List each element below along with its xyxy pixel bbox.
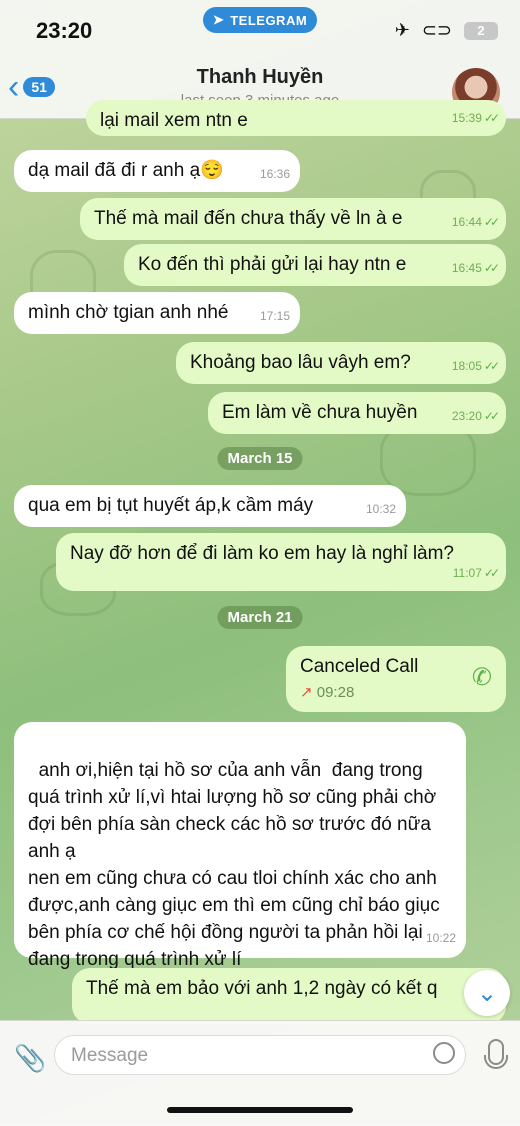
message-time: 11:07 <box>452 566 482 580</box>
airplane-icon: ✈ <box>394 20 410 40</box>
double-check-icon: ✓✓ <box>483 111 500 125</box>
status-icons: ✈ ⊂⊃ 2 <box>395 20 498 41</box>
message-text: qua em bị tụt huyết áp,k cầm máy <box>28 495 314 516</box>
message-time: 10:32 <box>365 502 396 516</box>
message-time: 16:36 <box>259 167 290 181</box>
message-bubble-in[interactable]: qua em bị tụt huyết áp,k cầm máy 10:32 <box>14 485 406 527</box>
chevron-down-icon: ⌄ <box>476 979 498 1007</box>
message-bubble-out[interactable]: Thế mà mail đến chưa thấy về ln à e 16:4… <box>80 198 506 240</box>
message-bubble-out[interactable]: Khoảng bao lâu vâyh em? 18:05 ✓✓ <box>176 342 506 384</box>
battery-icon: 2 <box>464 21 498 40</box>
message-bubble-out[interactable]: Em làm về chưa huyền 23:20 ✓✓ <box>208 392 506 434</box>
message-text: Nay đỡ hơn để đi làm ko em hay là nghỉ l… <box>70 543 454 564</box>
date-separator: March 21 <box>217 606 303 629</box>
paper-plane-icon: ➤ <box>212 12 225 27</box>
message-meta: 16:45 ✓✓ <box>451 256 500 280</box>
attach-icon[interactable]: 📎 <box>14 1043 46 1074</box>
double-check-icon: ✓✓ <box>483 261 500 275</box>
message-time: 16:45 <box>451 261 482 275</box>
message-bubble-out[interactable]: Thế mà em bảo với anh 1,2 ngày có kết q … <box>72 968 506 1024</box>
message-time: 10:22 <box>425 931 456 945</box>
message-input[interactable] <box>69 1044 403 1068</box>
status-time: 23:20 <box>36 18 93 43</box>
message-bubble-in[interactable]: mình chờ tgian anh nhé 17:15 <box>14 292 300 334</box>
message-meta: 23:20 ✓✓ <box>451 404 500 428</box>
message-text: lại mail xem ntn e <box>100 110 248 131</box>
message-time: 16:44 <box>451 215 482 229</box>
message-text: dạ mail đã đi r anh ạ😌 <box>28 160 224 181</box>
message-meta: 11:07 ✓✓ <box>452 561 500 585</box>
telegram-pill-label: TELEGRAM <box>230 12 308 28</box>
message-text: Ko đến thì phải gửi lại hay ntn e <box>138 254 407 275</box>
message-time: 17:15 <box>259 309 290 323</box>
message-text: Em làm về chưa huyền <box>222 402 418 423</box>
message-bubble-in[interactable]: dạ mail đã đi r anh ạ😌 16:36 <box>14 150 300 192</box>
call-time: 09:28 <box>316 684 355 701</box>
message-bubble-in[interactable]: anh ơi,hiện tại hồ sơ của anh vẫn đang t… <box>14 722 466 970</box>
double-check-icon: ✓✓ <box>483 215 500 229</box>
microphone-stand-icon <box>484 1055 508 1069</box>
phone-icon[interactable]: ✆ <box>472 666 492 690</box>
message-text: Khoảng bao lâu vâyh em? <box>190 352 411 373</box>
message-bubble-out[interactable]: lại mail xem ntn e 15:39 ✓✓ <box>86 100 506 136</box>
message-time: 15:39 <box>451 111 482 125</box>
message-text: mình chờ tgian anh nhé <box>28 302 229 323</box>
message-bubble-out[interactable]: Ko đến thì phải gửi lại hay ntn e 16:45 ✓… <box>124 244 506 286</box>
contact-name[interactable]: Thanh Huyền <box>0 66 520 89</box>
message-time: 23:20 <box>451 409 482 423</box>
scroll-down-button[interactable]: ⌄ <box>464 970 510 1016</box>
call-title: Canceled Call <box>300 656 419 677</box>
link-icon: ⊂⊃ <box>421 20 452 40</box>
call-meta: ↗ 09:28 <box>300 681 492 705</box>
message-text: Thế mà mail đến chưa thấy về ln à e <box>94 208 403 229</box>
double-check-icon: ✓✓ <box>483 359 500 373</box>
double-check-icon: ✓✓ <box>483 566 500 580</box>
date-separator: March 15 <box>217 447 303 470</box>
message-meta: 16:44 ✓✓ <box>451 210 500 234</box>
message-bubble-out[interactable]: Nay đỡ hơn để đi làm ko em hay là nghỉ l… <box>56 533 506 591</box>
call-bubble[interactable]: Canceled Call ↗ 09:28 ✆ <box>286 646 506 712</box>
message-meta: 18:05 ✓✓ <box>451 354 500 378</box>
message-time: 18:05 <box>451 359 482 373</box>
message-text: anh ơi,hiện tại hồ sơ của anh vẫn đang t… <box>28 760 440 970</box>
telegram-pill[interactable]: ➤ TELEGRAM <box>203 7 317 33</box>
missed-arrow-icon: ↗ <box>300 684 313 701</box>
message-meta: 15:39 ✓✓ <box>451 106 500 130</box>
message-text: Thế mà em bảo với anh 1,2 ngày có kết q <box>86 978 438 999</box>
message-field[interactable] <box>54 1035 466 1075</box>
home-indicator[interactable] <box>167 1107 353 1113</box>
double-check-icon: ✓✓ <box>483 409 500 423</box>
sticker-icon[interactable] <box>433 1042 455 1064</box>
